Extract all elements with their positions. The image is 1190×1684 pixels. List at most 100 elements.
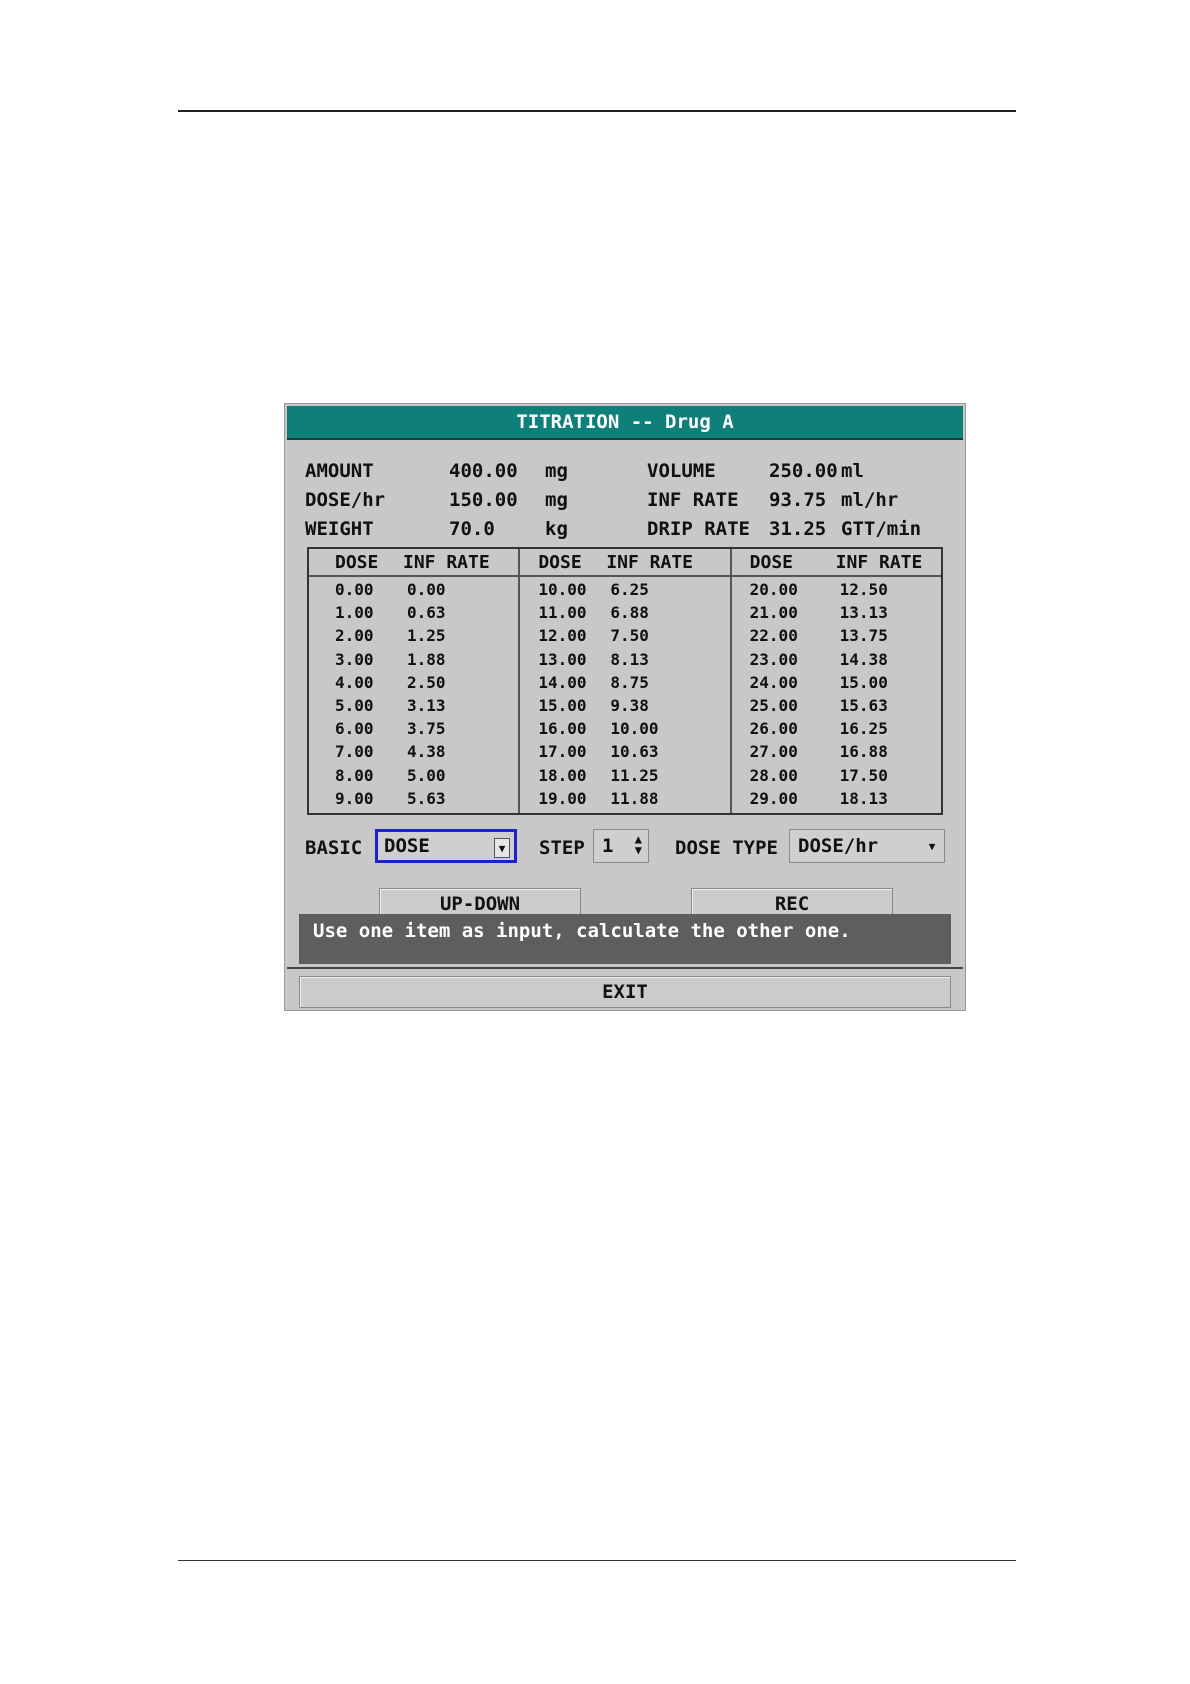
inf-rate-cell: 15.00 bbox=[839, 672, 888, 692]
inf-rate-cell: 11.88 bbox=[610, 788, 659, 808]
drip-rate-value[interactable]: 31.25 bbox=[769, 518, 826, 540]
dose-cell: 9.00 bbox=[335, 788, 374, 808]
step-spinner[interactable]: 1 ▲ ▼ bbox=[593, 829, 649, 863]
table-row: 12.00 7.50 bbox=[520, 626, 729, 649]
dose-cell: 1.00 bbox=[335, 603, 374, 623]
table-row: 8.00 5.00 bbox=[309, 766, 518, 789]
inf-rate-cell: 13.75 bbox=[839, 626, 888, 646]
inf-rate-cell: 18.13 bbox=[839, 788, 888, 808]
dose-cell: 13.00 bbox=[538, 649, 587, 669]
chevron-down-icon[interactable]: ▼ bbox=[924, 836, 940, 856]
table-row: 11.00 6.88 bbox=[520, 603, 729, 626]
table-row: 9.00 5.63 bbox=[309, 789, 518, 812]
inf-rate-value[interactable]: 93.75 bbox=[769, 489, 826, 511]
inf-rate-cell: 13.13 bbox=[839, 603, 888, 623]
dose-cell: 3.00 bbox=[335, 649, 374, 669]
hint-message: Use one item as input, calculate the oth… bbox=[299, 914, 951, 964]
dose-type-select[interactable]: DOSE/hr ▼ bbox=[789, 829, 945, 863]
dose-cell: 12.00 bbox=[538, 626, 587, 646]
dose-cell: 11.00 bbox=[538, 603, 587, 623]
table-header: DOSE INF RATE bbox=[309, 549, 519, 577]
inf-rate-header: INF RATE bbox=[606, 551, 694, 573]
drip-rate-label: DRIP RATE bbox=[647, 518, 750, 540]
inf-rate-cell: 11.25 bbox=[610, 765, 659, 785]
basic-select[interactable]: DOSE ▼ bbox=[375, 829, 517, 863]
inf-rate-cell: 2.50 bbox=[407, 672, 446, 692]
dose-cell: 15.00 bbox=[538, 695, 587, 715]
drip-rate-unit: GTT/min bbox=[841, 518, 922, 540]
dose-cell: 27.00 bbox=[749, 742, 798, 762]
inf-rate-cell: 1.25 bbox=[407, 626, 446, 646]
table-row: 14.00 8.75 bbox=[520, 673, 729, 696]
step-label: STEP bbox=[539, 837, 585, 859]
dose-cell: 2.00 bbox=[335, 626, 374, 646]
dose-cell: 25.00 bbox=[749, 695, 798, 715]
table-column: DOSE INF RATE 10.00 6.25 11.00 6.88 12.00 7.50 1… bbox=[518, 549, 730, 813]
amount-value[interactable]: 400.00 bbox=[449, 460, 518, 482]
weight-unit: kg bbox=[545, 518, 568, 540]
table-header: DOSE INF RATE bbox=[731, 549, 941, 577]
controls-row: BASIC DOSE ▼ STEP 1 ▲ ▼ DOSE TYPE DOSE/hr… bbox=[305, 829, 945, 865]
info-row: WEIGHT 70.0 kg DRIP RATE 31.25 GTT/min bbox=[305, 518, 945, 547]
inf-rate-cell: 10.63 bbox=[610, 742, 659, 762]
table-row: 1.00 0.63 bbox=[309, 603, 518, 626]
inf-rate-cell: 7.50 bbox=[610, 626, 649, 646]
dose-header: DOSE bbox=[335, 551, 379, 573]
table-row: 25.00 15.63 bbox=[732, 696, 941, 719]
dose-cell: 0.00 bbox=[335, 580, 374, 599]
dose-hr-label: DOSE/hr bbox=[305, 489, 386, 511]
inf-rate-cell: 6.25 bbox=[610, 580, 649, 599]
inf-rate-cell: 8.13 bbox=[610, 649, 649, 669]
up-down-arrow-icon[interactable]: ▲ ▼ bbox=[635, 833, 642, 856]
inf-rate-cell: 12.50 bbox=[839, 580, 888, 599]
drug-info: AMOUNT 400.00 mg VOLUME 250.00 ml DOSE/h… bbox=[305, 460, 945, 547]
volume-label: VOLUME bbox=[647, 460, 716, 482]
table-row: 27.00 16.88 bbox=[732, 742, 941, 765]
table-row: 17.00 10.63 bbox=[520, 742, 729, 765]
titration-dialog: TITRATION -- Drug A AMOUNT 400.00 mg VOL… bbox=[284, 403, 966, 1011]
dose-cell: 28.00 bbox=[749, 765, 798, 785]
exit-button[interactable]: EXIT bbox=[299, 976, 951, 1008]
dose-cell: 22.00 bbox=[749, 626, 798, 646]
table-row: 10.00 6.25 bbox=[520, 580, 729, 603]
table-row: 18.00 11.25 bbox=[520, 766, 729, 789]
weight-label: WEIGHT bbox=[305, 518, 374, 540]
table-row: 0.00 0.00 bbox=[309, 580, 518, 603]
dose-hr-value[interactable]: 150.00 bbox=[449, 489, 518, 511]
inf-rate-cell: 8.75 bbox=[610, 672, 649, 692]
table-header: DOSE INF RATE bbox=[520, 549, 730, 577]
table-row: 3.00 1.88 bbox=[309, 650, 518, 673]
table-row: 15.00 9.38 bbox=[520, 696, 729, 719]
dose-cell: 5.00 bbox=[335, 695, 374, 715]
chevron-down-icon[interactable]: ▼ bbox=[494, 838, 510, 858]
table-row: 16.00 10.00 bbox=[520, 719, 729, 742]
inf-rate-cell: 4.38 bbox=[407, 742, 446, 762]
dialog-title: TITRATION -- Drug A bbox=[287, 406, 963, 440]
dose-type-value: DOSE/hr bbox=[798, 835, 879, 857]
info-row: AMOUNT 400.00 mg VOLUME 250.00 ml bbox=[305, 460, 945, 489]
table-row: 20.00 12.50 bbox=[732, 580, 941, 603]
inf-rate-cell: 0.00 bbox=[407, 580, 446, 599]
dose-cell: 17.00 bbox=[538, 742, 587, 762]
dose-cell: 6.00 bbox=[335, 719, 374, 739]
inf-rate-cell: 1.88 bbox=[407, 649, 446, 669]
amount-label: AMOUNT bbox=[305, 460, 374, 482]
table-column: DOSE INF RATE 0.00 0.00 1.00 0.63 2.00 1.25 3.00… bbox=[309, 549, 519, 813]
dose-header: DOSE bbox=[538, 551, 582, 573]
table-row: 2.00 1.25 bbox=[309, 626, 518, 649]
table-row: 24.00 15.00 bbox=[732, 673, 941, 696]
inf-rate-label: INF RATE bbox=[647, 489, 739, 511]
step-value: 1 bbox=[602, 835, 614, 857]
dose-cell: 24.00 bbox=[749, 672, 798, 692]
inf-rate-cell: 3.75 bbox=[407, 719, 446, 739]
table-row: 29.00 18.13 bbox=[732, 789, 941, 812]
inf-rate-header: INF RATE bbox=[835, 551, 923, 573]
weight-value[interactable]: 70.0 bbox=[449, 518, 495, 540]
table-row: 22.00 13.75 bbox=[732, 626, 941, 649]
inf-rate-cell: 5.63 bbox=[407, 788, 446, 808]
table-row: 13.00 8.13 bbox=[520, 650, 729, 673]
volume-value[interactable]: 250.00 bbox=[769, 460, 838, 482]
inf-rate-cell: 9.38 bbox=[610, 695, 649, 715]
info-row: DOSE/hr 150.00 mg INF RATE 93.75 ml/hr bbox=[305, 489, 945, 518]
inf-rate-cell: 17.50 bbox=[839, 765, 888, 785]
